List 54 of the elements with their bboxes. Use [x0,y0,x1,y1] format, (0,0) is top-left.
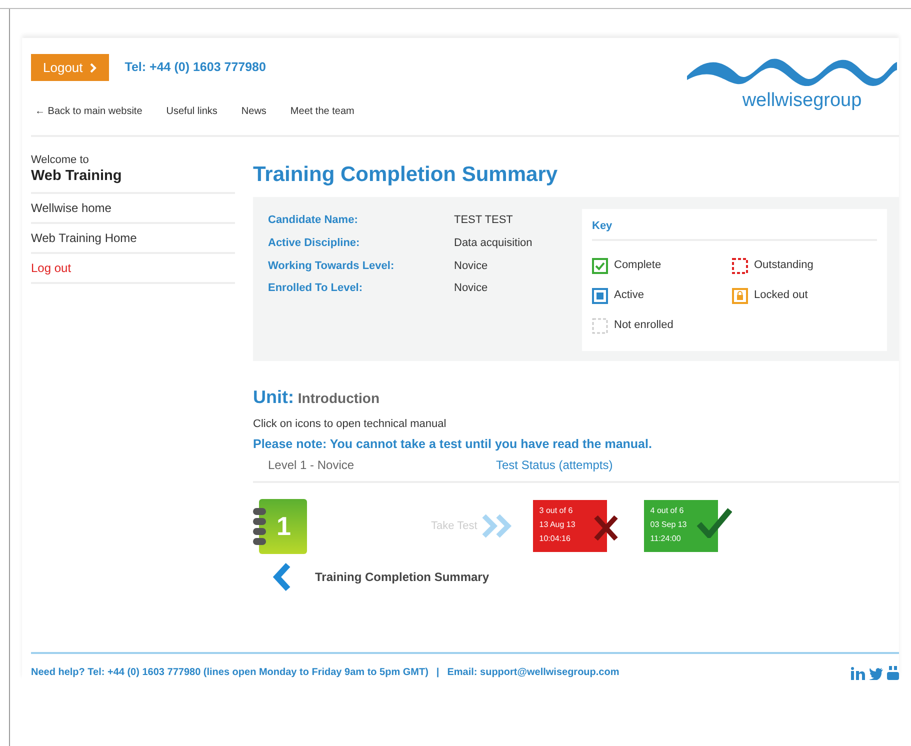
attempt-text: 13 Aug 13 [539,519,576,532]
column-heading: Test Status (attempts) [496,456,613,473]
separator-text: | [436,666,440,680]
back-chevron-icon[interactable] [273,562,291,592]
page-title: Training Completion Summary [253,162,559,188]
cross-icon [593,514,620,542]
key-label: Outstanding [754,258,814,274]
key-label: Active [614,288,644,304]
attempt-card[interactable]: 3 out of 6 13 Aug 13 10:04:16 [533,500,608,552]
sidebar-link[interactable]: Log out [31,254,235,284]
instruction-text: Click on icons to open technical manual [253,416,448,432]
unit-heading: Unit: Introduction [253,386,381,409]
key-title: Key [592,218,877,241]
attempt-text: 4 out of 6 [650,505,685,518]
sidebar-title: Web Training [31,167,235,194]
field-value: Novice [454,281,488,296]
attempt-text: 10:04:16 [539,533,572,546]
level-heading: Level 1 - Novice [268,456,356,473]
field-label: Active Discipline: [268,236,361,251]
empty-dashed-icon [592,318,608,334]
key-label: Locked out [754,288,808,304]
welcome-text: Welcome to [31,152,90,168]
help-text: Need help? Tel: +44 (0) 1603 777980 (lines open Monday to Friday 9am to 5pm GMT) [31,666,428,680]
field-value: TEST TEST [454,212,513,228]
field-label: Enrolled To Level: [268,281,364,296]
nav-link[interactable]: Useful links [166,105,218,118]
complete-check-icon [592,258,608,274]
key-label: Not enrolled [614,318,674,334]
nav-link[interactable]: Meet the team [290,105,354,118]
email-link[interactable]: Email: support@wellwisegroup.com [447,666,620,680]
logo-text: wellwisegroup [742,89,862,113]
chevron-icon [90,62,97,72]
youtube-icon[interactable] [887,666,899,680]
attempt-text: 03 Sep 13 [650,519,688,532]
sidebar-link[interactable]: Web Training Home [31,224,235,254]
twitter-bird-icon[interactable] [869,668,883,680]
attempt-text: 11:24:00 [650,533,682,546]
field-label: Working Towards Level: [268,258,396,274]
note-text: Please note: You cannot take a test until you have read the manual. [253,436,653,453]
key-label: Complete [614,258,662,274]
nav-link[interactable]: ← Back to main website [35,105,142,118]
back-link[interactable]: Training Completion Summary [315,568,490,585]
phone-number: Tel: +44 (0) 1603 777980 [124,59,266,76]
attempt-text: 3 out of 6 [539,505,574,518]
outstanding-dashed-icon [732,258,748,274]
nav-link[interactable]: News [241,105,266,118]
field-value: Novice [454,258,488,274]
check-icon [696,508,732,538]
field-label: Candidate Name: [268,212,359,228]
sidebar-link[interactable]: Wellwise home [31,194,235,224]
linkedin-icon[interactable] [851,666,865,680]
active-square-icon [592,288,608,304]
field-value: Data acquisition [454,236,532,251]
lock-icon [732,288,748,304]
